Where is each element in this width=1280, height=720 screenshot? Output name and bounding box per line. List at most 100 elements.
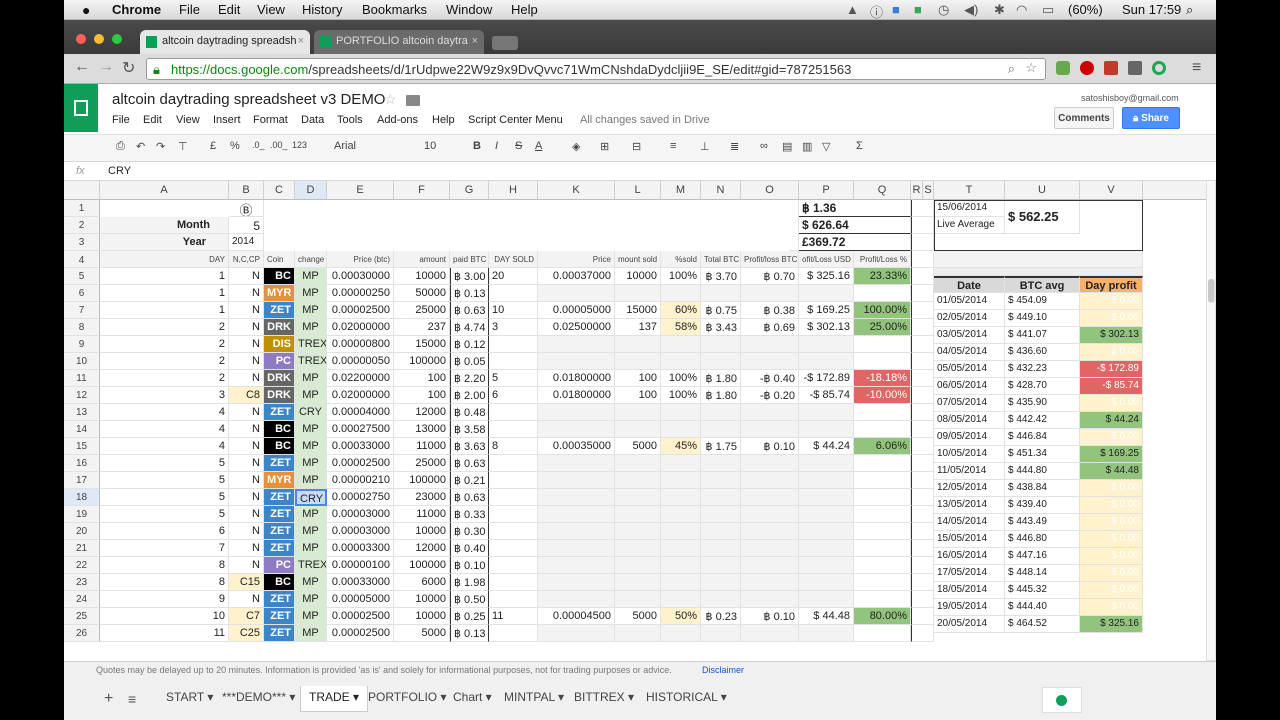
row-header-22[interactable]: 22 (64, 557, 100, 574)
column-header-v[interactable]: V (1080, 181, 1143, 200)
row-header-26[interactable]: 26 (64, 625, 100, 642)
trade-cell[interactable] (701, 353, 741, 370)
trade-cell[interactable]: ฿ 1.80 (701, 387, 741, 404)
trade-cell[interactable]: 58% (661, 319, 701, 336)
trade-cell[interactable] (615, 591, 661, 608)
trade-cell[interactable]: MP (295, 625, 327, 642)
sheet-tab-historical[interactable]: HISTORICAL ▾ (638, 686, 735, 712)
trade-cell[interactable]: N (229, 353, 264, 370)
trade-cell[interactable] (741, 523, 799, 540)
row-header-2[interactable]: 2 (64, 217, 100, 234)
trade-cell[interactable]: 0.00005000 (327, 591, 394, 608)
trade-cell[interactable]: ฿ 0.10 (741, 438, 799, 455)
trade-cell[interactable]: 0.00005000 (538, 302, 615, 319)
trade-cell[interactable]: 2 (100, 370, 229, 387)
trade-cell[interactable] (489, 336, 538, 353)
trade-cell[interactable] (615, 353, 661, 370)
trade-cell[interactable]: ฿ 1.75 (701, 438, 741, 455)
trade-cell[interactable]: 15000 (615, 302, 661, 319)
trade-cell[interactable] (799, 557, 854, 574)
trade-cell[interactable]: 11 (100, 625, 229, 642)
trade-cell[interactable] (538, 523, 615, 540)
trade-cell[interactable] (799, 404, 854, 421)
trade-cell[interactable] (661, 455, 701, 472)
trade-cell[interactable]: MP (295, 438, 327, 455)
currency-button[interactable]: £ (210, 140, 216, 152)
year-value[interactable]: 2014 (229, 234, 264, 251)
menu-file[interactable]: File (112, 114, 130, 126)
trade-cell[interactable]: 0.02000000 (327, 387, 394, 404)
trade-cell[interactable]: 0.00004000 (327, 404, 394, 421)
trade-cell[interactable]: MP (295, 591, 327, 608)
trade-cell[interactable] (854, 506, 911, 523)
trade-cell[interactable] (701, 591, 741, 608)
trade-cell[interactable]: N (229, 557, 264, 574)
trade-cell[interactable]: N (229, 370, 264, 387)
comments-button[interactable]: Comments (1054, 107, 1114, 129)
trade-cell[interactable]: ฿ 0.63 (450, 489, 489, 506)
trade-cell[interactable]: ฿ 0.13 (450, 285, 489, 302)
trade-cell[interactable] (661, 489, 701, 506)
trade-cell[interactable] (661, 540, 701, 557)
sheet-tab-bittrex[interactable]: BITTREX ▾ (566, 686, 642, 712)
trade-cell[interactable]: 5000 (615, 608, 661, 625)
trade-cell[interactable]: 0.00002500 (327, 608, 394, 625)
trade-cell[interactable]: ฿ 3.43 (701, 319, 741, 336)
trade-cell[interactable] (701, 625, 741, 642)
trade-cell[interactable] (489, 523, 538, 540)
trade-cell[interactable]: 15000 (394, 336, 450, 353)
trade-cell[interactable] (701, 421, 741, 438)
column-header-a[interactable]: A (100, 181, 229, 200)
column-header-d[interactable]: D (295, 181, 327, 200)
trade-cell[interactable]: ฿ 3.63 (450, 438, 489, 455)
trade-cell[interactable]: 12000 (394, 404, 450, 421)
trade-cell[interactable] (538, 404, 615, 421)
trade-cell[interactable]: -$ 85.74 (799, 387, 854, 404)
trade-cell[interactable]: 1 (100, 302, 229, 319)
row-header-6[interactable]: 6 (64, 285, 100, 302)
trade-cell[interactable]: ฿ 1.80 (701, 370, 741, 387)
trade-cell[interactable] (799, 523, 854, 540)
increase-decimal-button[interactable]: .00_ (270, 140, 288, 150)
trade-cell[interactable]: N (229, 506, 264, 523)
align-left-icon[interactable]: ≡ (670, 140, 676, 152)
trade-cell[interactable]: ZET (264, 625, 295, 642)
insert-comment-icon[interactable]: ▤ (782, 140, 792, 153)
text-color-button[interactable]: A (535, 140, 542, 152)
trade-cell[interactable]: $ 169.25 (799, 302, 854, 319)
trade-cell[interactable] (741, 540, 799, 557)
trade-cell[interactable]: 100000 (394, 472, 450, 489)
trade-cell[interactable] (799, 285, 854, 302)
row-header-19[interactable]: 19 (64, 506, 100, 523)
fill-color-icon[interactable]: ◈ (572, 140, 580, 153)
trade-cell[interactable]: 100 (615, 387, 661, 404)
column-header-t[interactable]: T (934, 181, 1005, 200)
menu-edit[interactable]: Edit (143, 114, 162, 126)
trade-cell[interactable]: 10 (489, 302, 538, 319)
trade-cell[interactable]: 80.00% (854, 608, 911, 625)
menu-bookmarks[interactable]: Bookmarks (362, 2, 427, 17)
tab-trade-sheet[interactable]: altcoin daytrading spreadsh × (140, 30, 310, 54)
trade-cell[interactable] (741, 574, 799, 591)
trade-cell[interactable]: N (229, 285, 264, 302)
trade-cell[interactable] (701, 472, 741, 489)
trade-cell[interactable] (799, 574, 854, 591)
trade-cell[interactable] (538, 353, 615, 370)
insert-link-icon[interactable]: ∞ (760, 140, 768, 152)
account-email[interactable]: satoshisboy@gmail.com (1081, 93, 1179, 103)
time-machine-icon[interactable]: ◷ (938, 2, 949, 18)
trade-cell[interactable]: 23000 (394, 489, 450, 506)
share-button[interactable]: 🔒︎ Share (1122, 107, 1180, 129)
trade-cell[interactable] (615, 336, 661, 353)
trade-cell[interactable] (854, 523, 911, 540)
trade-cell[interactable]: 5000 (394, 625, 450, 642)
trade-cell[interactable]: 100.00% (854, 302, 911, 319)
back-icon[interactable]: ← (74, 58, 90, 76)
row-header-17[interactable]: 17 (64, 472, 100, 489)
trade-cell[interactable]: 0.00003000 (327, 506, 394, 523)
trade-cell[interactable]: 8 (100, 574, 229, 591)
menu-help[interactable]: Help (432, 114, 455, 126)
trade-cell[interactable]: MP (295, 421, 327, 438)
trade-cell[interactable] (489, 421, 538, 438)
menu-file[interactable]: File (179, 2, 200, 17)
